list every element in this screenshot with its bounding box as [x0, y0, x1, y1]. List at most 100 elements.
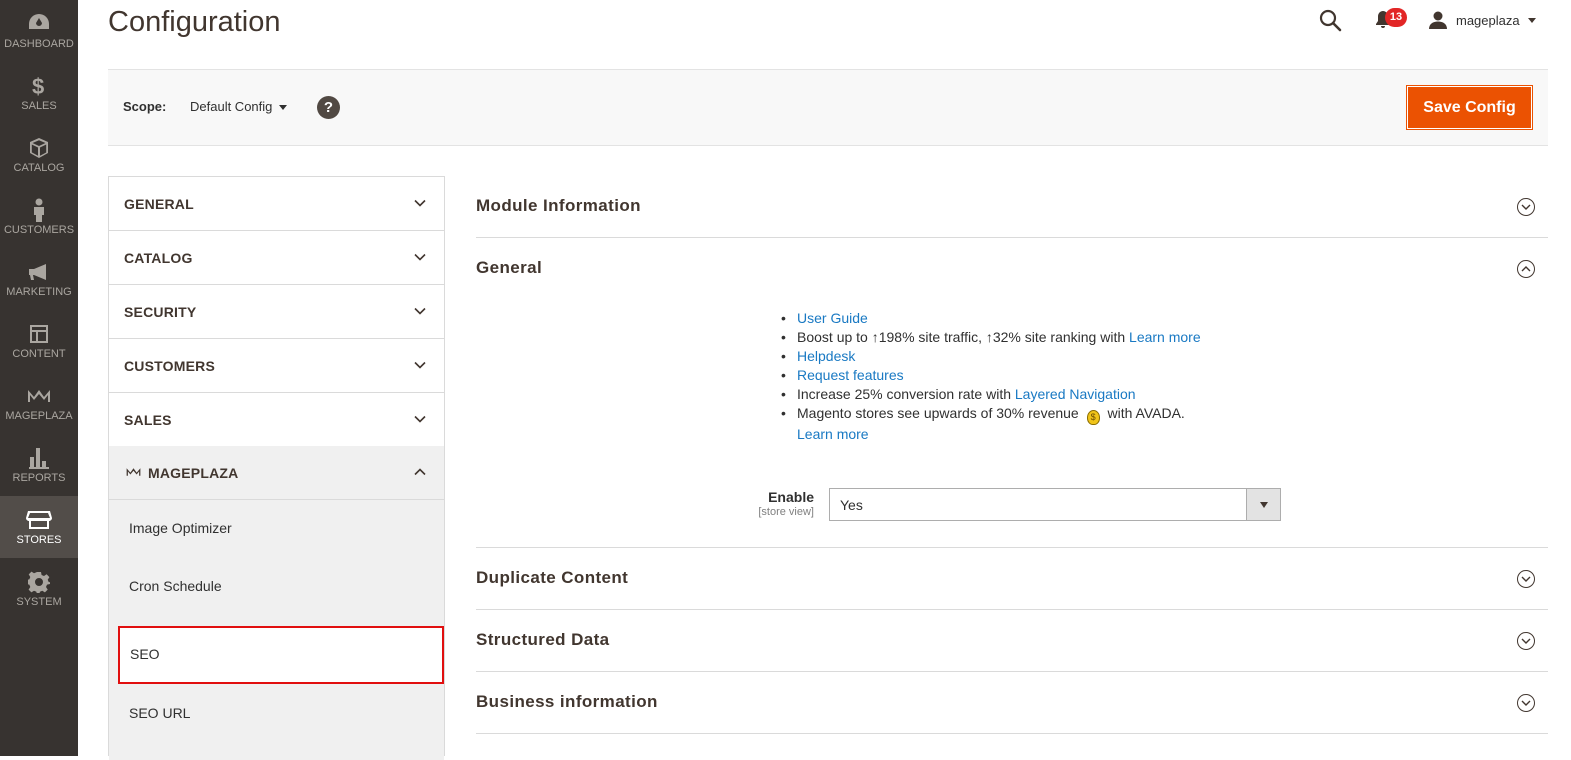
menu-label-catalog: CATALOG	[13, 162, 65, 174]
sub-item-label: Cron Schedule	[129, 578, 222, 594]
menu-label-dashboard: DASHBOARD	[4, 38, 74, 50]
tab-mageplaza[interactable]: MAGEPLAZA	[109, 446, 444, 500]
menu-item-stores[interactable]: STORES	[0, 496, 78, 558]
menu-label-system: SYSTEM	[16, 596, 62, 608]
module-info-list: • User Guide • Boost up to ↑198% site traf…	[781, 309, 1201, 444]
scope-bar: Scope: Default Config ? Save Config	[108, 69, 1548, 146]
svg-text:$: $	[32, 75, 44, 97]
sub-item-image-optimizer[interactable]: Image Optimizer	[109, 500, 444, 558]
collapse-icon	[1517, 260, 1535, 278]
mageplaza-sub-list: Image Optimizer Cron Schedule SEO SEO UR…	[109, 500, 444, 760]
expand-icon	[1517, 198, 1535, 216]
person-icon	[0, 198, 78, 222]
tab-sales[interactable]: SALES	[109, 393, 444, 447]
tab-security[interactable]: SECURITY	[109, 285, 444, 339]
enable-select-value: Yes	[840, 497, 863, 513]
menu-item-system[interactable]: SYSTEM	[0, 558, 78, 620]
section-title: General	[476, 258, 543, 277]
tab-label: CATALOG	[124, 250, 193, 266]
user-name: mageplaza	[1456, 12, 1520, 28]
menu-label-marketing: MARKETING	[6, 286, 72, 298]
menu-item-customers[interactable]: CUSTOMERS	[0, 186, 78, 248]
menu-item-catalog[interactable]: CATALOG	[0, 124, 78, 186]
sub-item-seo-url[interactable]: SEO URL	[109, 685, 444, 743]
menu-item-content[interactable]: CONTENT	[0, 310, 78, 372]
select-arrow[interactable]	[1246, 489, 1280, 520]
list-item: • User Guide	[781, 310, 868, 326]
user-menu-caret-icon	[1527, 17, 1536, 23]
menu-item-marketing[interactable]: MARKETING	[0, 248, 78, 310]
learn-more-link[interactable]: Learn more	[1129, 329, 1201, 345]
tab-general[interactable]: GENERAL	[109, 177, 444, 231]
menu-label-content: CONTENT	[12, 348, 66, 360]
section-duplicate-content[interactable]: Duplicate Content	[476, 548, 1548, 610]
revenue-text: Magento stores see upwards of 30% revenu…	[797, 405, 1083, 421]
request-features-link[interactable]: Request features	[797, 367, 904, 383]
user-guide-link[interactable]: User Guide	[797, 310, 868, 326]
layout-icon	[0, 322, 78, 346]
tab-catalog[interactable]: CATALOG	[109, 231, 444, 285]
list-item: • Boost up to ↑198% site traffic, ↑32% si…	[781, 329, 1201, 345]
scope-caret-icon	[279, 105, 288, 110]
list-item: • Increase 25% conversion rate with Layer…	[781, 386, 1136, 402]
sub-item-label: SEO	[130, 646, 160, 662]
gear-icon	[0, 570, 78, 594]
section-business-information[interactable]: Business information	[476, 672, 1548, 734]
tab-label: CUSTOMERS	[124, 358, 215, 374]
section-title: Module Information	[476, 196, 641, 215]
general-section-body: • User Guide • Boost up to ↑198% site traf…	[476, 299, 1548, 548]
mageplaza-logo-icon	[0, 384, 78, 408]
list-item: • Helpdesk	[781, 348, 856, 364]
user-avatar-icon	[1429, 11, 1447, 29]
scope-switcher[interactable]: Default Config	[190, 99, 288, 114]
notifications-count-badge[interactable]: 13	[1385, 8, 1407, 27]
learn-more-link[interactable]: Learn more	[797, 426, 869, 442]
menu-item-dashboard[interactable]: DASHBOARD	[0, 0, 78, 62]
bar-chart-icon	[0, 446, 78, 470]
chevron-up-icon	[414, 468, 426, 476]
chevron-down-icon	[414, 361, 426, 369]
search-icon[interactable]	[1318, 8, 1344, 34]
section-title: Structured Data	[476, 630, 610, 649]
store-icon	[0, 508, 78, 532]
section-structured-data[interactable]: Structured Data	[476, 610, 1548, 672]
dashboard-icon	[0, 10, 78, 34]
section-title: Duplicate Content	[476, 568, 629, 587]
expand-icon	[1517, 694, 1535, 712]
menu-label-stores: STORES	[16, 534, 62, 546]
menu-label-reports: REPORTS	[12, 472, 66, 484]
sub-item-seo[interactable]: SEO	[118, 626, 444, 684]
chevron-down-icon	[1260, 502, 1268, 508]
chevron-down-icon	[414, 253, 426, 261]
boost-text: Boost up to ↑198% site traffic, ↑32% sit…	[797, 329, 1130, 345]
menu-label-mageplaza: MAGEPLAZA	[5, 410, 73, 422]
tab-label: MAGEPLAZA	[148, 465, 239, 481]
layered-navigation-link[interactable]: Layered Navigation	[1015, 386, 1136, 402]
dollar-icon: $	[0, 74, 78, 98]
sub-item-cron-schedule[interactable]: Cron Schedule	[109, 558, 444, 616]
enable-select[interactable]: Yes	[829, 488, 1281, 521]
page-title: Configuration	[108, 6, 281, 38]
save-config-button[interactable]: Save Config	[1406, 85, 1533, 130]
cube-icon	[0, 136, 78, 160]
tab-customers[interactable]: CUSTOMERS	[109, 339, 444, 393]
section-title: Business information	[476, 692, 658, 711]
chevron-down-icon	[414, 415, 426, 423]
section-general[interactable]: General	[476, 238, 1548, 300]
helpdesk-link[interactable]: Helpdesk	[797, 348, 855, 364]
conversion-text: Increase 25% conversion rate with	[797, 386, 1015, 402]
menu-item-sales[interactable]: $ SALES	[0, 62, 78, 124]
help-icon[interactable]: ?	[317, 96, 340, 119]
menu-item-mageplaza[interactable]: MAGEPLAZA	[0, 372, 78, 434]
list-item: • Magento stores see upwards of 30% reven…	[781, 405, 1185, 442]
section-module-information[interactable]: Module Information	[476, 176, 1548, 238]
menu-label-sales: SALES	[21, 100, 57, 112]
user-account-menu[interactable]: mageplaza	[1428, 10, 1536, 30]
expand-icon	[1517, 570, 1535, 588]
menu-label-customers: CUSTOMERS	[3, 224, 75, 236]
tab-label: SALES	[124, 412, 172, 428]
scope-value: Default Config	[190, 99, 273, 114]
scope-label: Scope:	[123, 99, 167, 114]
expand-icon	[1517, 632, 1535, 650]
menu-item-reports[interactable]: REPORTS	[0, 434, 78, 496]
